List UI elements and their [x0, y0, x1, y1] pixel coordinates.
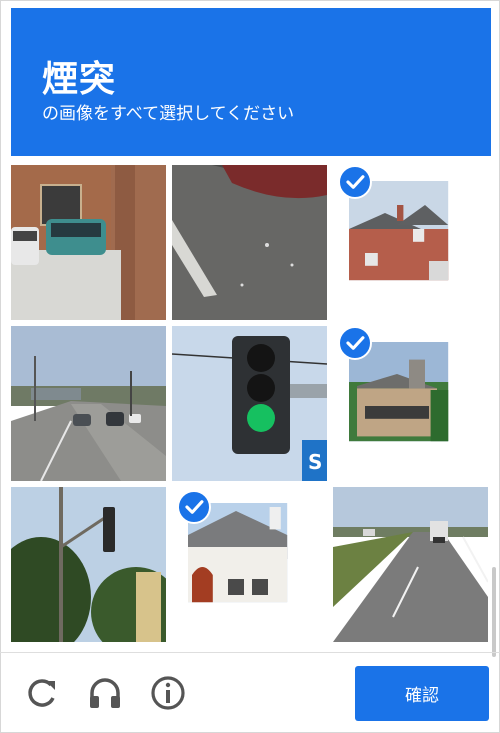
image-tile-2[interactable] [172, 165, 327, 320]
verify-button[interactable]: 確認 [355, 666, 489, 721]
image-tile-5[interactable]: S [172, 326, 327, 481]
challenge-instruction: の画像をすべて選択してください [42, 104, 295, 124]
selected-check-icon [177, 490, 211, 524]
footer-divider [0, 652, 500, 653]
challenge-title: 煙突 [42, 59, 117, 100]
svg-text:S: S [308, 450, 322, 474]
info-icon[interactable] [148, 673, 188, 713]
headphones-icon[interactable] [85, 673, 125, 713]
image-tile-4[interactable] [11, 326, 166, 481]
reload-icon[interactable] [22, 673, 62, 713]
scrollbar[interactable] [492, 567, 496, 657]
challenge-header: 煙突 の画像をすべて選択してください [11, 8, 491, 156]
selected-check-icon [338, 326, 372, 360]
image-tile-9[interactable] [333, 487, 488, 642]
image-tile-1[interactable] [11, 165, 166, 320]
image-tile-3[interactable] [333, 165, 488, 320]
selected-check-icon [338, 165, 372, 199]
image-tile-6[interactable] [333, 326, 488, 481]
image-tile-7[interactable] [11, 487, 166, 642]
image-tile-8[interactable] [172, 487, 327, 642]
